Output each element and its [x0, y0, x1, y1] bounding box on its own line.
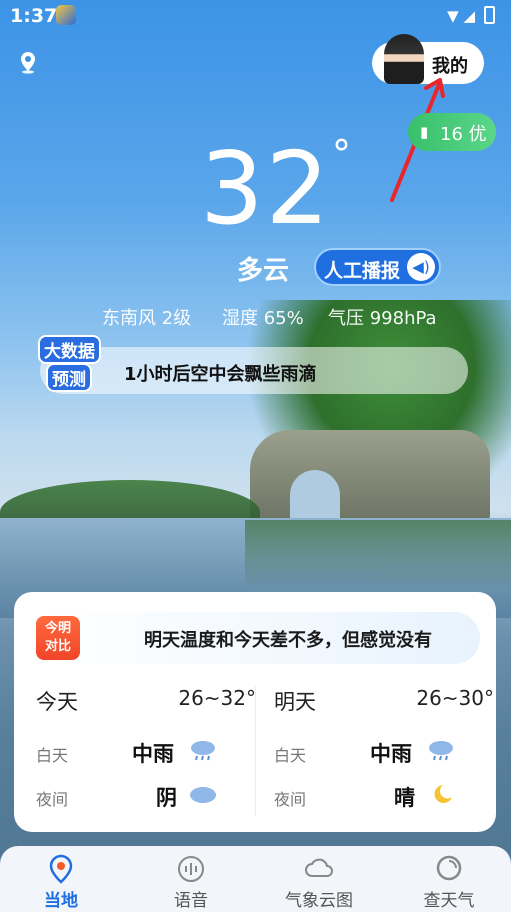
speaker-icon: ◀): [407, 253, 435, 281]
overcast-cloud-icon: [190, 787, 216, 803]
day-key: 白天: [36, 746, 69, 765]
tomorrow-night-row: 夜间 晴: [274, 780, 494, 810]
compare-banner[interactable]: 今明 对比 明天温度和今天差不多，但感觉没有: [32, 612, 480, 664]
tab-search-weather-label: 查天气: [423, 891, 475, 911]
water-reflection: [245, 520, 511, 590]
night-value: 晴: [394, 786, 415, 810]
air-quality-badge[interactable]: ▮ 16 优: [408, 113, 496, 151]
location-icon[interactable]: [16, 50, 40, 74]
bottom-tab-bar: 当地 语音 气象云图 查天气: [0, 846, 511, 912]
voice-broadcast-button[interactable]: 人工播报 ◀): [314, 248, 441, 286]
tomorrow-range: 26~30°: [416, 686, 494, 710]
day-key: 白天: [274, 746, 307, 765]
broadcast-label: 人工播报: [324, 260, 401, 282]
cloud-icon: [305, 858, 333, 877]
night-key: 夜间: [36, 790, 69, 809]
day-value: 中雨: [370, 742, 412, 766]
compare-tag: 今明 对比: [36, 616, 80, 660]
status-time: 1:37: [10, 5, 58, 27]
tomorrow-label: 明天: [274, 690, 316, 714]
precipitation-forecast-bar[interactable]: 大数据 预测 1小时后空中会飘些雨滴: [38, 335, 468, 394]
compare-tag-line1: 今明: [44, 621, 71, 636]
night-key: 夜间: [274, 790, 307, 809]
night-value: 阴: [156, 786, 177, 810]
tab-local[interactable]: 当地: [6, 854, 116, 912]
humidity-info: 湿度 65%: [222, 308, 304, 329]
aqi-text: 16 优: [440, 124, 487, 145]
cliff-arch: [290, 470, 340, 520]
day-value: 中雨: [132, 742, 174, 766]
badge-line1: 大数据: [38, 335, 101, 364]
rain-cloud-icon: [191, 741, 215, 761]
cliff-rock: [250, 430, 490, 520]
tab-cloud-map[interactable]: 气象云图: [264, 854, 374, 912]
tab-voice-label: 语音: [174, 891, 208, 911]
status-bar: 1:37 ▼ ◢: [0, 0, 511, 32]
wind-info: 东南风 2级: [102, 308, 192, 329]
compare-text: 明天温度和今天差不多，但感觉没有: [144, 630, 432, 651]
forecast-message: 1小时后空中会飘些雨滴: [124, 364, 317, 385]
degree-symbol: °: [332, 132, 351, 176]
leaf-icon: ▮: [420, 123, 429, 141]
tab-local-label: 当地: [44, 891, 78, 911]
badge-line2: 预测: [46, 363, 92, 392]
current-temperature: 32: [200, 130, 332, 247]
big-data-badge: 大数据 预测: [38, 335, 108, 392]
today-range: 26~32°: [178, 686, 256, 710]
search-icon: [436, 855, 462, 881]
column-divider: [255, 686, 256, 816]
weather-app-icon: [56, 5, 76, 25]
voice-wave-icon: [178, 856, 204, 882]
pressure-info: 气压 998hPa: [328, 308, 437, 329]
battery-icon: [484, 6, 495, 24]
wifi-signal-icons: ▼ ◢: [447, 7, 475, 25]
tomorrow-day-row: 白天 中雨: [274, 736, 494, 766]
tab-search-weather[interactable]: 查天气: [394, 854, 504, 912]
daily-compare-card: 今明 对比 明天温度和今天差不多，但感觉没有 今天 26~32° 白天 中雨 夜…: [14, 592, 496, 832]
tab-voice[interactable]: 语音: [136, 854, 246, 912]
moon-icon: [434, 785, 452, 803]
today-night-row: 夜间 阴: [36, 780, 256, 810]
rain-cloud-icon: [429, 741, 453, 761]
compare-tag-line2: 对比: [44, 639, 71, 654]
today-label: 今天: [36, 690, 78, 714]
weather-condition: 多云: [237, 256, 290, 286]
location-pin-icon: [49, 854, 73, 884]
tab-cloud-map-label: 气象云图: [285, 891, 353, 911]
today-day-row: 白天 中雨: [36, 736, 256, 766]
